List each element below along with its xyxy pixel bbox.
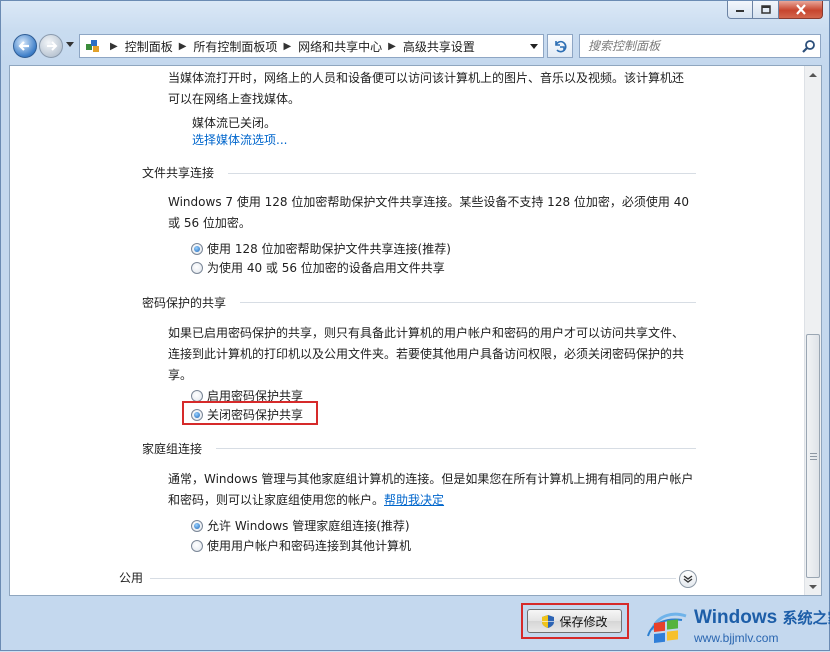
file-sharing-description: Windows 7 使用 128 位加密帮助保护文件共享连接。某些设备不支持 1… (168, 192, 689, 234)
refresh-button[interactable] (547, 34, 573, 58)
forward-arrow-icon (47, 41, 58, 51)
radio-label: 允许 Windows 管理家庭组连接(推荐) (207, 519, 410, 533)
scrollbar-thumb[interactable] (806, 334, 820, 578)
password-sharing-description: 如果已启用密码保护的共享，则只有具备此计算机的用户帐户和密码的用户才可以访问共享… (168, 323, 684, 386)
homegroup-desc-text: 和密码，则可以让家庭组使用您的帐户。 (168, 493, 385, 507)
control-panel-icon (82, 35, 104, 57)
save-changes-button[interactable]: 保存修改 (527, 609, 622, 633)
window-frame: ▶ 控制面板▶ 所有控制面板项▶ 网络和共享中心▶ 高级共享设置 当媒体流打开时… (0, 0, 830, 651)
radio-button-selected[interactable] (191, 242, 203, 255)
radio-label: 使用用户帐户和密码连接到其他计算机 (207, 539, 412, 553)
section-divider (240, 302, 696, 303)
media-stream-desc-line: 可以在网络上查找媒体。 (168, 92, 301, 106)
section-divider (216, 448, 696, 449)
radio-button-selected[interactable] (191, 519, 203, 532)
public-profile-title: 公用 (119, 571, 144, 585)
radio-label: 为使用 40 或 56 位加密的设备启用文件共享 (207, 261, 445, 275)
watermark-title: Windows 系统之家 (694, 607, 830, 628)
breadcrumb-root-arrow[interactable]: ▶ (104, 41, 125, 52)
recent-pages-dropdown[interactable] (66, 42, 74, 47)
search-input[interactable] (580, 38, 798, 54)
scroll-down-button[interactable] (805, 578, 821, 595)
refresh-icon (555, 40, 567, 53)
close-icon (795, 4, 806, 15)
password-sharing-desc-line: 如果已启用密码保护的共享，则只有具备此计算机的用户帐户和密码的用户才可以访问共享… (168, 326, 685, 340)
password-sharing-title: 密码保护的共享 (142, 296, 227, 310)
minimize-icon (736, 9, 744, 12)
address-bar[interactable]: ▶ 控制面板 ▶ 所有控制面板项 ▶ 网络和共享中心 ▶ 高级共享设置 (79, 34, 544, 58)
password-sharing-desc-line: 享。 (168, 368, 193, 382)
save-button-label: 保存修改 (559, 614, 608, 629)
watermark-url: www.bjjmlv.com (694, 631, 779, 645)
chevron-down-icon (683, 575, 693, 583)
file-sharing-desc-line: Windows 7 使用 128 位加密帮助保护文件共享连接。某些设备不支持 1… (168, 195, 689, 209)
section-divider (228, 173, 696, 174)
search-box (579, 34, 821, 58)
scroll-up-button[interactable] (805, 66, 821, 83)
chevron-down-icon (530, 43, 538, 49)
minimize-button[interactable] (727, 1, 753, 19)
uac-shield-icon (541, 614, 555, 629)
radio-128bit-encryption[interactable]: 使用 128 位加密帮助保护文件共享连接(推荐) (191, 240, 451, 257)
navigation-bar: ▶ 控制面板 ▶ 所有控制面板项 ▶ 网络和共享中心 ▶ 高级共享设置 (9, 32, 825, 60)
close-button[interactable] (779, 1, 823, 19)
forward-button[interactable] (39, 34, 63, 58)
radio-windows-manage-homegroup[interactable]: 允许 Windows 管理家庭组连接(推荐) (191, 517, 410, 534)
settings-content: 当媒体流打开时，网络上的人员和设备便可以访问该计算机上的图片、音乐以及视频。该计… (9, 65, 822, 596)
radio-button[interactable] (191, 539, 203, 552)
breadcrumb-control-panel[interactable]: 控制面板 ▶ (125, 38, 194, 55)
maximize-button[interactable] (753, 1, 779, 19)
highlight-box (182, 401, 318, 425)
media-stream-desc-line: 当媒体流打开时，网络上的人员和设备便可以访问该计算机上的图片、音乐以及视频。该计… (168, 71, 685, 85)
watermark: Windows 系统之家 www.bjjmlv.com (642, 601, 830, 652)
search-icon[interactable] (798, 35, 820, 57)
media-stream-description: 当媒体流打开时，网络上的人员和设备便可以访问该计算机上的图片、音乐以及视频。该计… (168, 68, 684, 110)
file-sharing-desc-line: 或 56 位加密。 (168, 216, 251, 230)
help-me-decide-link[interactable]: 帮助我决定 (384, 493, 444, 507)
breadcrumb-network-center[interactable]: 网络和共享中心 ▶ (298, 38, 403, 55)
expand-public-button[interactable] (679, 570, 697, 588)
media-stream-options-link[interactable]: 选择媒体流选项... (192, 131, 287, 148)
maximize-icon (760, 5, 771, 14)
radio-use-account-password[interactable]: 使用用户帐户和密码连接到其他计算机 (191, 537, 411, 554)
breadcrumb-advanced-sharing[interactable]: 高级共享设置 (403, 38, 475, 55)
radio-button[interactable] (191, 261, 203, 274)
file-sharing-title: 文件共享连接 (142, 166, 215, 180)
radio-button[interactable] (191, 389, 203, 402)
arrow-down-icon (809, 584, 817, 589)
arrow-up-icon (809, 72, 817, 77)
breadcrumb-all-items[interactable]: 所有控制面板项 ▶ (193, 38, 298, 55)
back-arrow-icon (18, 41, 29, 51)
address-dropdown-button[interactable] (525, 35, 543, 57)
media-stream-status: 媒体流已关闭。 (192, 116, 277, 130)
homegroup-description: 通常，Windows 管理与其他家庭组计算机的连接。但是如果您在所有计算机上拥有… (168, 469, 693, 511)
homegroup-desc-line: 和密码，则可以让家庭组使用您的帐户。帮助我决定 (168, 490, 693, 511)
windows-logo-icon (647, 612, 687, 643)
password-sharing-desc-line: 连接到此计算机的打印机以及公用文件夹。若要使其他用户具备访问权限，必须关闭密码保… (168, 347, 685, 361)
homegroup-title: 家庭组连接 (142, 442, 203, 456)
vertical-scrollbar[interactable] (804, 66, 821, 595)
radio-40-56bit-encryption[interactable]: 为使用 40 或 56 位加密的设备启用文件共享 (191, 259, 445, 276)
section-divider (150, 578, 676, 579)
caption-buttons (727, 1, 823, 19)
homegroup-desc-line: 通常，Windows 管理与其他家庭组计算机的连接。但是如果您在所有计算机上拥有… (168, 472, 694, 486)
radio-label: 使用 128 位加密帮助保护文件共享连接(推荐) (207, 242, 451, 256)
back-button[interactable] (13, 34, 37, 58)
